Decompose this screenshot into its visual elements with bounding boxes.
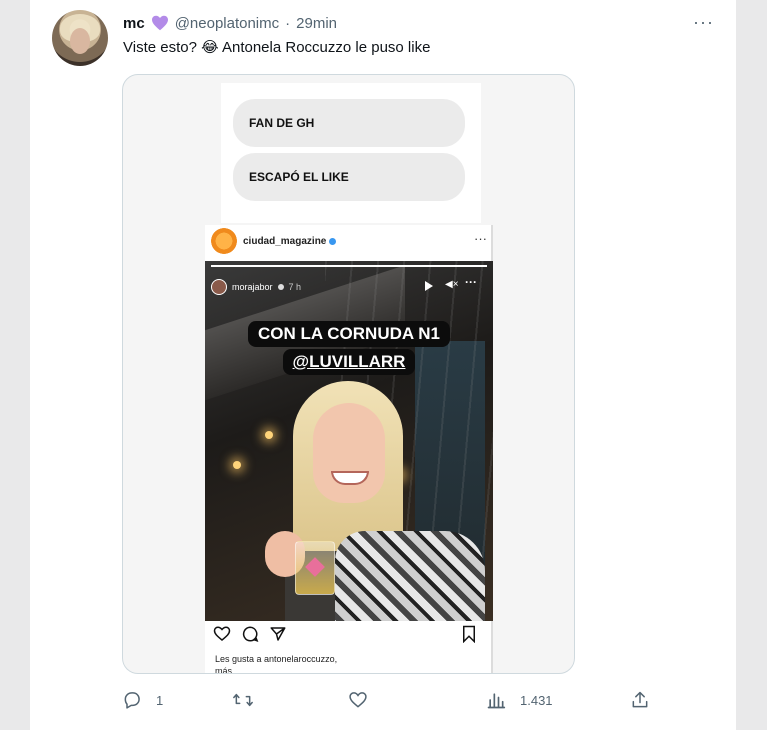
likes-line2: más: [215, 666, 233, 674]
author-name[interactable]: mc: [123, 15, 145, 32]
instagram-actions: [205, 625, 493, 647]
tweet-header: mc @neoplatonimc · 29min: [123, 13, 337, 33]
tweet-actions: 1 1.431: [122, 690, 648, 716]
tweet-media[interactable]: FAN DE GH ESCAPÓ EL LIKE ciudad_magazine…: [122, 74, 575, 674]
instagram-story-image: morajabor 7 h ◀× ··· CON LA CORNUDA N1 @…: [205, 261, 493, 621]
bookmark-icon: [463, 625, 475, 643]
play-icon: [425, 281, 433, 291]
story-username: morajabor: [232, 282, 273, 292]
more-horizontal-icon: ···: [465, 275, 477, 289]
reply-count: 1: [156, 692, 164, 708]
tweet-text: Viste esto? 😂 Antonela Roccuzzo le puso …: [123, 39, 431, 56]
tweet-card: mc @neoplatonimc · 29min ··· Viste esto?…: [30, 0, 736, 730]
more-horizontal-icon[interactable]: ···: [693, 12, 714, 33]
comment-icon: [242, 626, 259, 642]
option-pill-escapo-el-like: ESCAPÓ EL LIKE: [233, 153, 465, 201]
reply-button[interactable]: 1: [122, 690, 163, 710]
story-progress-bar: [211, 265, 487, 267]
option-pill-fan-de-gh: FAN DE GH: [233, 99, 465, 147]
share-button[interactable]: [630, 690, 650, 710]
account-name-text: ciudad_magazine: [243, 236, 327, 247]
story-caption: CON LA CORNUDA N1 @LUVILLARR: [235, 321, 463, 375]
story-caption-line1: CON LA CORNUDA N1: [248, 321, 450, 347]
share-icon: [270, 627, 286, 641]
glass-heart: [305, 557, 325, 577]
story-avatar: [211, 279, 227, 295]
retweet-icon: [233, 693, 253, 707]
separator-dot: ·: [285, 14, 291, 32]
drink-glass: [295, 541, 335, 595]
person-face: [313, 403, 385, 503]
view-count: 1.431: [520, 692, 553, 708]
author-handle[interactable]: @neoplatonimc: [175, 15, 279, 32]
person-jacket: [335, 531, 485, 621]
instagram-post-header: ciudad_magazine ···: [205, 225, 493, 259]
purple-heart-icon: [151, 15, 168, 31]
instagram-post: ciudad_magazine ··· morajabor 7 h ◀× ···…: [205, 225, 493, 674]
views-button[interactable]: 1.431: [486, 690, 553, 710]
like-button[interactable]: [348, 690, 382, 710]
verified-badge-icon: [329, 237, 337, 245]
story-light: [233, 461, 241, 469]
avatar-face: [70, 28, 90, 54]
story-person: [245, 381, 485, 621]
story-time: 7 h: [288, 282, 302, 292]
reply-icon: [124, 692, 140, 709]
avatar[interactable]: [52, 10, 108, 66]
mute-icon: ◀×: [445, 279, 459, 290]
story-user: morajabor 7 h: [211, 279, 301, 295]
retweet-button[interactable]: [232, 690, 268, 710]
instagram-likes-text: Les gusta a antonelaroccuzzo, más: [215, 653, 338, 674]
story-progress-fill: [211, 265, 487, 267]
verified-badge-icon: [277, 284, 284, 290]
share-icon: [632, 691, 648, 708]
heart-outline-icon: [349, 692, 367, 708]
instagram-account-name: ciudad_magazine: [243, 236, 337, 247]
heart-outline-icon: [213, 626, 231, 641]
likes-line1: Les gusta a antonelaroccuzzo,: [215, 654, 338, 664]
account-logo-icon: [211, 228, 237, 254]
story-caption-line2: @LUVILLARR: [282, 349, 416, 375]
tweet-time[interactable]: 29min: [296, 15, 337, 32]
bar-chart-icon: [487, 693, 506, 709]
more-horizontal-icon: ···: [474, 231, 487, 246]
